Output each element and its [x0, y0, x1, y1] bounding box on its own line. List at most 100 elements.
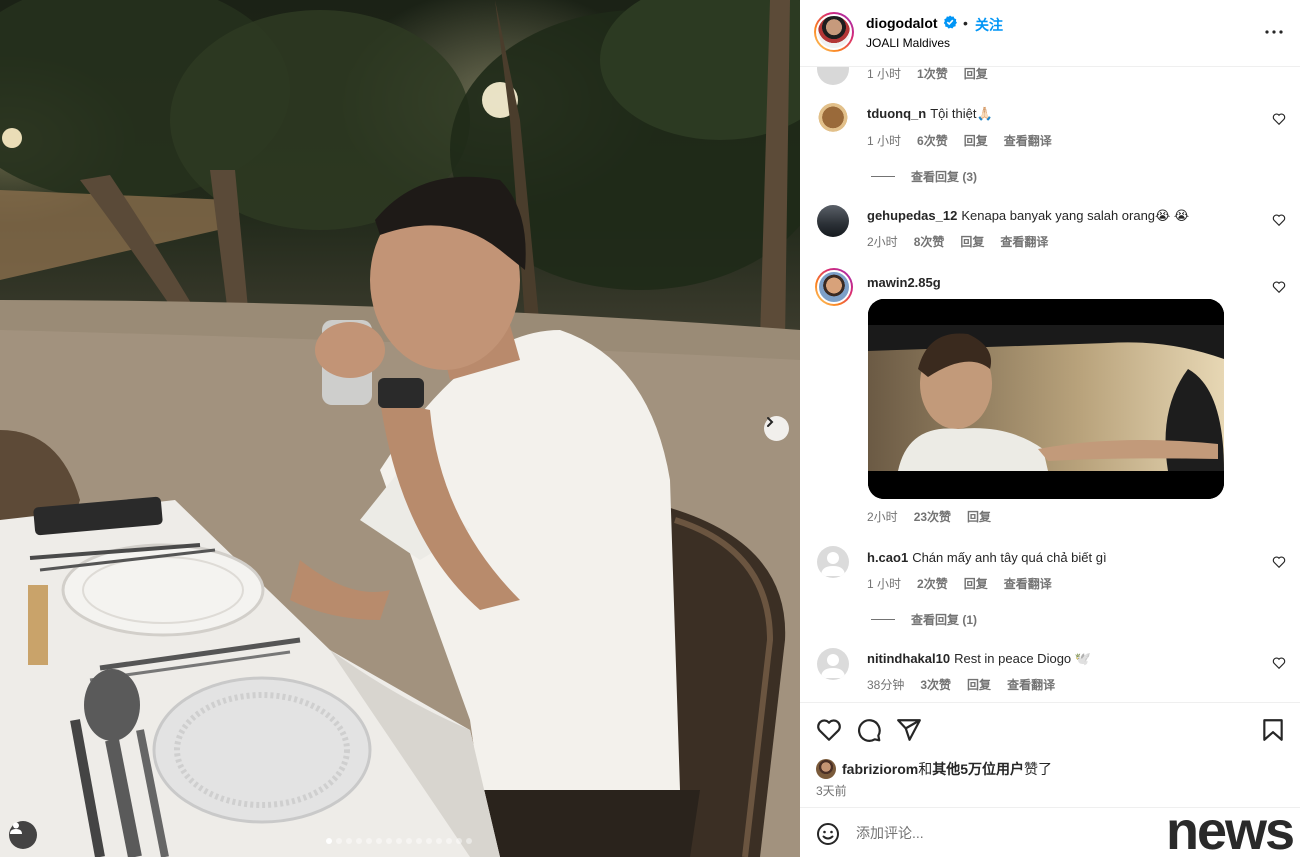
comment-text: Kenapa banyak yang salah orang😭 😭: [961, 208, 1190, 223]
comment-text: Tội thiệt🙏🏻: [930, 106, 993, 121]
comment-username[interactable]: tduonq_n: [867, 106, 926, 121]
default-avatar-icon: [821, 654, 845, 678]
carousel-dot: [446, 838, 452, 844]
translate-button[interactable]: 查看翻译: [1004, 575, 1052, 592]
comment-body: tduonq_n Tội thiệt🙏🏻: [867, 106, 993, 122]
replies-divider: [871, 176, 895, 177]
translate-button[interactable]: 查看翻译: [1000, 233, 1048, 250]
replies-divider: [871, 619, 895, 620]
reply-button[interactable]: 回复: [960, 233, 984, 250]
comment-gif[interactable]: [868, 299, 1224, 499]
carousel-next-button[interactable]: [764, 416, 789, 441]
carousel-indicator: [326, 838, 472, 844]
comment-likes[interactable]: 3次赞: [920, 676, 951, 693]
comment-likes[interactable]: 2次赞: [917, 575, 948, 592]
carousel-dot: [416, 838, 422, 844]
comment-meta: 2小时 8次赞 回复 查看翻译: [867, 233, 1048, 250]
carousel-dot: [336, 838, 342, 844]
liker-avatar[interactable]: [816, 759, 836, 779]
likes-suffix: 赞了: [1024, 761, 1053, 777]
comments-list[interactable]: 1 小时 1次赞 回复 tduonq_n Tội thiệt🙏🏻 1 小时 6次赞…: [800, 67, 1300, 702]
post-sidebar: diogodalot • 关注 JOALI Maldives 1 小时 1次赞 …: [800, 0, 1300, 857]
comment-likes[interactable]: 23次赞: [914, 508, 951, 525]
author-username[interactable]: diogodalot: [866, 15, 938, 31]
comment-body: gehupedas_12 Kenapa banyak yang salah ora…: [867, 208, 1189, 224]
comment-meta: 1 小时 6次赞 回复 查看翻译: [867, 132, 1052, 149]
translate-button[interactable]: 查看翻译: [1004, 132, 1052, 149]
reply-button[interactable]: 回复: [967, 676, 991, 693]
carousel-dot: [456, 838, 462, 844]
follow-button[interactable]: 关注: [975, 15, 1003, 35]
comment-time: 1 小时: [867, 67, 902, 81]
comment-meta: 1 小时 2次赞 回复 查看翻译: [867, 575, 1052, 592]
carousel-dot: [436, 838, 442, 844]
comment-avatar[interactable]: [815, 268, 853, 306]
reply-button[interactable]: 回复: [967, 508, 991, 525]
carousel-dot: [356, 838, 362, 844]
comment-like-heart-icon[interactable]: [1272, 280, 1286, 294]
post-photo[interactable]: [0, 0, 800, 857]
author-avatar[interactable]: [814, 12, 854, 52]
view-replies-button[interactable]: 查看回复 (1): [871, 611, 977, 628]
carousel-dot: [326, 838, 332, 844]
reply-button[interactable]: 回复: [964, 575, 988, 592]
comment-avatar[interactable]: [817, 103, 849, 135]
carousel-dot: [366, 838, 372, 844]
comment-time: 2小时: [867, 510, 898, 524]
comment-body: mawin2.85g: [867, 275, 945, 290]
comment-meta: 2小时 23次赞 回复: [867, 508, 991, 525]
comment-time: 1 小时: [867, 134, 902, 148]
verified-badge-icon: [943, 15, 957, 29]
carousel-dot: [426, 838, 432, 844]
translate-button[interactable]: 查看翻译: [1007, 676, 1055, 693]
carousel-dot: [376, 838, 382, 844]
emoji-icon[interactable]: [816, 822, 840, 846]
post-time[interactable]: 3天前: [816, 782, 847, 799]
comment-username[interactable]: mawin2.85g: [867, 275, 941, 290]
comment-like-heart-icon[interactable]: [1272, 213, 1286, 227]
carousel-dot: [346, 838, 352, 844]
comment-text: Chán mấy anh tây quá chả biết gì: [912, 550, 1107, 565]
more-options-icon[interactable]: [1262, 20, 1286, 44]
comment-likes[interactable]: 1次赞: [917, 67, 948, 82]
tagged-user-icon: [10, 822, 22, 834]
view-replies-label[interactable]: 查看回复 (1): [911, 611, 977, 628]
comment-input[interactable]: [856, 822, 1156, 844]
carousel-dot: [396, 838, 402, 844]
comment-username[interactable]: nitindhakal10: [867, 651, 950, 666]
default-avatar-icon: [821, 552, 845, 576]
comment-avatar[interactable]: [817, 648, 849, 680]
post-header: diogodalot • 关注 JOALI Maldives: [800, 0, 1300, 67]
view-replies-label[interactable]: 查看回复 (3): [911, 168, 977, 185]
comment-username[interactable]: h.cao1: [867, 550, 908, 565]
photo-scene: [0, 0, 800, 857]
comment-time: 2小时: [867, 235, 898, 249]
comment-icon[interactable]: [856, 717, 882, 743]
comment-like-heart-icon[interactable]: [1272, 555, 1286, 569]
heart-icon[interactable]: [816, 717, 842, 743]
view-replies-button[interactable]: 查看回复 (3): [871, 168, 977, 185]
comment-avatar[interactable]: [817, 205, 849, 237]
comment-avatar[interactable]: [817, 67, 849, 85]
other-likers[interactable]: 其他5万位用户: [932, 759, 1024, 779]
carousel-dot: [386, 838, 392, 844]
comment-like-heart-icon[interactable]: [1272, 656, 1286, 670]
bookmark-icon[interactable]: [1260, 717, 1286, 743]
comment-meta: 1 小时 1次赞 回复: [867, 67, 988, 82]
chevron-right-icon: [767, 417, 774, 427]
comment-avatar[interactable]: [817, 546, 849, 578]
paper-plane-icon[interactable]: [896, 717, 922, 743]
reply-button[interactable]: 回复: [964, 67, 988, 82]
comment-likes[interactable]: 8次赞: [914, 233, 945, 250]
comment-like-heart-icon[interactable]: [1272, 112, 1286, 126]
likes-summary: fabriziorom 和 其他5万位用户 赞了: [816, 759, 1052, 779]
comment-likes[interactable]: 6次赞: [917, 132, 948, 149]
liker-username[interactable]: fabriziorom: [842, 761, 918, 777]
post-location[interactable]: JOALI Maldives: [866, 36, 950, 50]
tagged-users-button[interactable]: [9, 821, 37, 849]
comment-username[interactable]: gehupedas_12: [867, 208, 957, 223]
comment-body: nitindhakal10 Rest in peace Diogo 🕊️: [867, 651, 1091, 667]
carousel-dot: [466, 838, 472, 844]
comment-meta: 38分钟 3次赞 回复 查看翻译: [867, 676, 1055, 693]
reply-button[interactable]: 回复: [964, 132, 988, 149]
